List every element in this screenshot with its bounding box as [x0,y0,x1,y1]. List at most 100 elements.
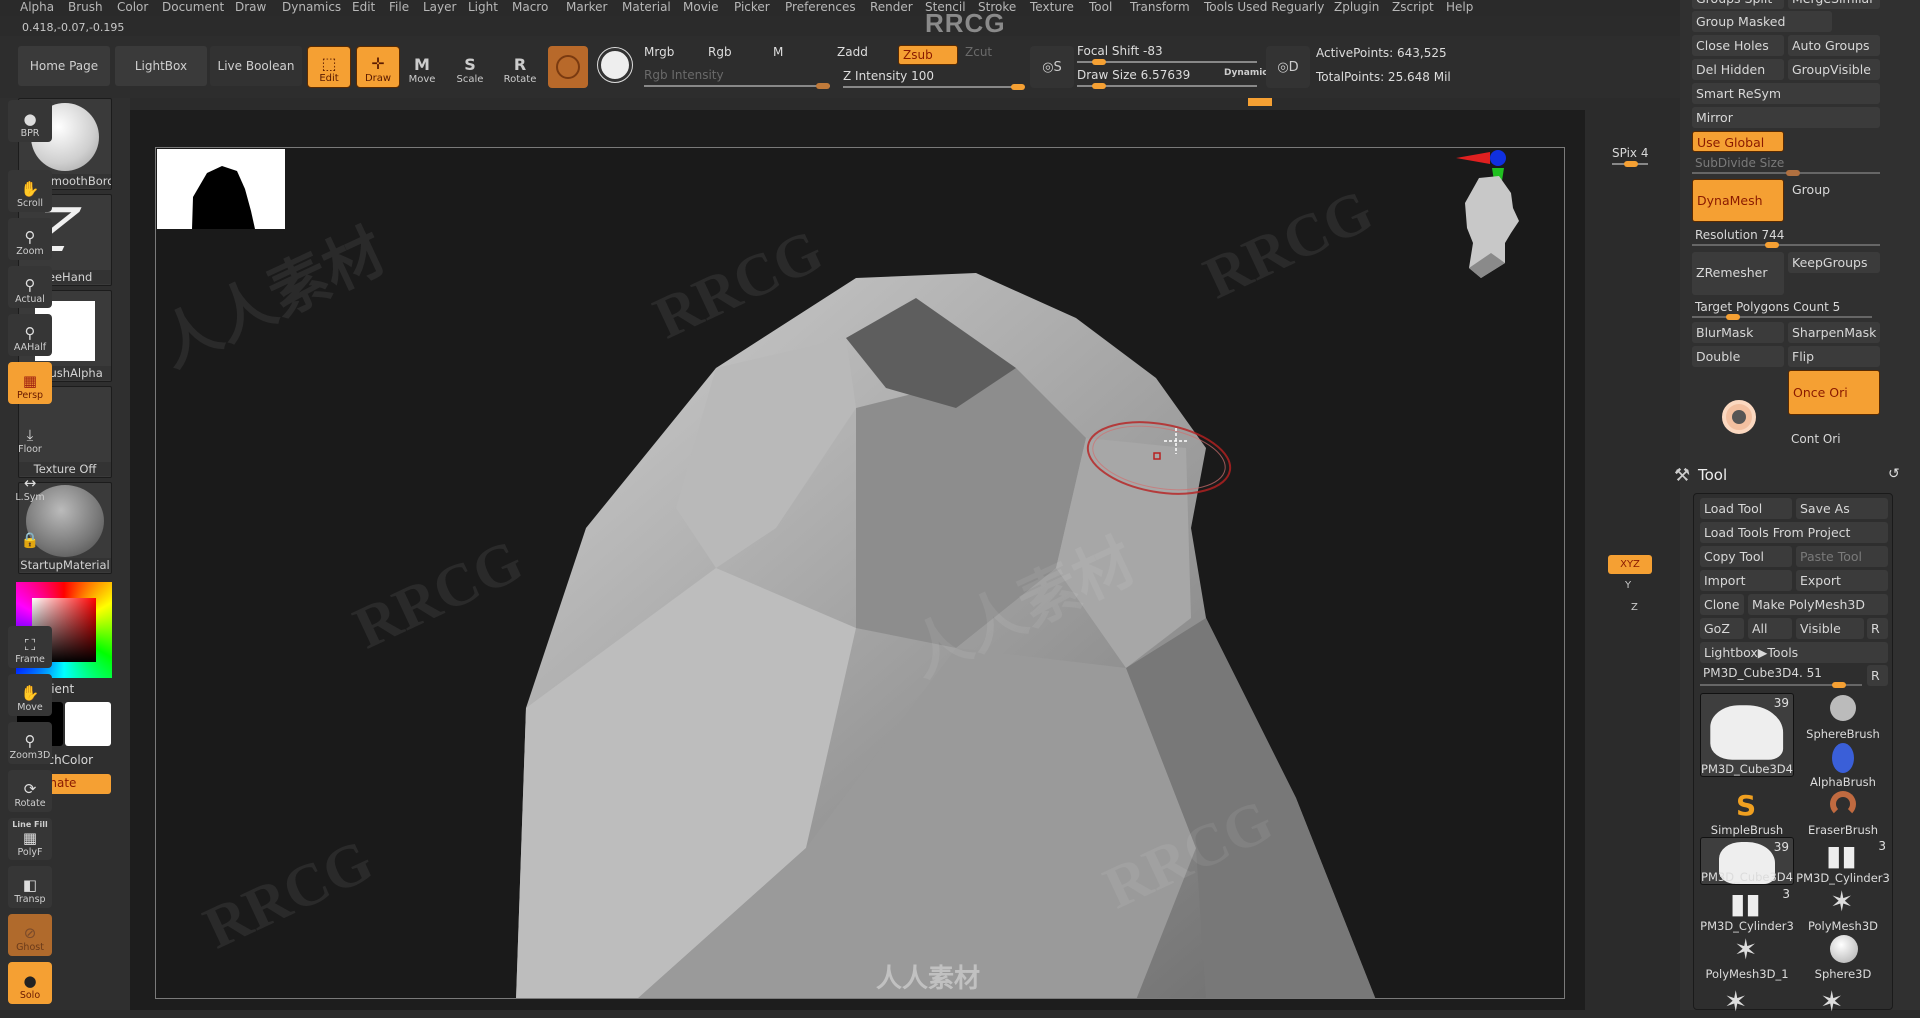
load-tool-button[interactable]: Load Tool [1700,498,1792,519]
menu-material[interactable]: Material [622,0,671,14]
zcut-button[interactable]: Zcut [965,45,992,59]
m-button[interactable]: M [773,45,783,59]
menu-texture[interactable]: Texture [1030,0,1074,14]
spix-slider[interactable] [1612,161,1648,167]
lightbox-button[interactable]: LightBox [115,46,207,86]
save-as-button[interactable]: Save As [1796,498,1888,519]
lightbox-tools-button[interactable]: Lightbox▶Tools [1700,642,1888,663]
head-navigator[interactable] [1461,173,1521,278]
slider-knob[interactable] [1092,59,1106,65]
menu-layer[interactable]: Layer [423,0,456,14]
orientation-dial[interactable] [1722,400,1756,434]
tool-tile[interactable]: EraserBrush [1796,789,1890,837]
slider-knob[interactable] [1011,84,1025,90]
blur-mask-button[interactable]: BlurMask [1692,322,1784,343]
color-mode-icon[interactable] [597,47,633,83]
document-viewport[interactable]: 人人素材 [155,147,1565,999]
menu-tools-used-reguarly[interactable]: Tools Used Reguarly [1204,0,1324,14]
menu-zscript[interactable]: Zscript [1392,0,1434,14]
cont-ori-button[interactable]: Cont Ori [1791,432,1841,446]
groups-button[interactable]: Groups [1788,179,1830,200]
menu-light[interactable]: Light [468,0,498,14]
group-visible-button[interactable]: GroupVisible [1788,59,1880,80]
tray-handle[interactable] [1248,98,1272,106]
y-rotate-button[interactable]: Y [1625,580,1631,591]
menu-edit[interactable]: Edit [352,0,375,14]
zoom-button[interactable]: ⚲ Zoom [8,218,52,260]
menu-brush[interactable]: Brush [68,0,103,14]
persp-button[interactable]: ▦ Persp [8,362,52,404]
z-rotate-button[interactable]: Z [1631,602,1638,613]
group-masked-button[interactable]: Group Masked [1692,11,1832,32]
menu-dynamics[interactable]: Dynamics [282,0,341,14]
clone-button[interactable]: Clone [1700,594,1744,615]
tool-tile[interactable]: S SimpleBrush [1700,789,1794,837]
menu-alpha[interactable]: Alpha [20,0,54,14]
frame-button[interactable]: ⛶ Frame [8,626,52,668]
tool-tile[interactable]: ▮▮ 3 PM3D_Cylinder3 [1700,885,1794,933]
xyz-rotate-button[interactable]: XYZ [1608,555,1652,574]
rotate-button[interactable]: R Rotate [498,46,542,88]
menu-zplugin[interactable]: Zplugin [1334,0,1379,14]
menu-color[interactable]: Color [117,0,148,14]
once-ori-button[interactable]: Once Ori [1788,370,1880,415]
slider-knob[interactable] [1624,161,1638,167]
slider-knob[interactable] [1786,170,1800,176]
reset-icon[interactable]: ↺ [1888,466,1900,482]
menu-transform[interactable]: Transform [1130,0,1190,14]
goz-visible-button[interactable]: Visible [1796,618,1864,639]
double-button[interactable]: Double [1692,346,1784,367]
rgb-intensity-slider[interactable] [644,83,830,89]
draw-size-slider[interactable] [1077,83,1257,89]
mrgb-button[interactable]: Mrgb [644,45,674,59]
tool-tile[interactable]: Sphere3D [1796,933,1890,981]
menu-macro[interactable]: Macro [512,0,548,14]
use-global-button[interactable]: Use Global [1692,131,1784,152]
actual-button[interactable]: ⚲ Actual [8,266,52,308]
slider-knob[interactable] [1092,83,1106,89]
move-view-button[interactable]: ✋ Move [8,674,52,716]
slider-knob[interactable] [1726,314,1740,320]
tool-tile[interactable]: ▮▮ 3 PM3D_Cylinder3 [1796,837,1890,885]
material-sphere-button[interactable] [548,46,588,88]
polyf-button[interactable]: Line Fill ▦ PolyF [8,818,52,860]
groups-split-button[interactable]: Groups Split [1692,0,1784,9]
slider-knob[interactable] [1832,682,1846,688]
auto-groups-button[interactable]: Auto Groups [1788,35,1880,56]
scroll-button[interactable]: ✋ Scroll [8,170,52,212]
tool-tile[interactable]: ✶ PolyMesh3D_1 [1700,933,1794,981]
menu-file[interactable]: File [389,0,409,14]
goz-button[interactable]: GoZ [1700,618,1744,639]
menu-tool[interactable]: Tool [1089,0,1112,14]
solo-button[interactable]: ● Solo [8,962,52,1004]
transp-button[interactable]: ◧ Transp [8,866,52,908]
tool-tile[interactable]: AlphaBrush [1796,741,1890,789]
dynamesh-button[interactable]: DynaMesh [1692,179,1784,222]
current-tool-r-button[interactable]: R [1867,665,1888,686]
lock-camera-button[interactable]: 🔒 [8,510,52,552]
floor-button[interactable]: ⤓ Floor [8,416,52,458]
menu-render[interactable]: Render [870,0,913,14]
make-polymesh3d-button[interactable]: Make PolyMesh3D [1748,594,1888,615]
sculptris-s-button[interactable]: ◎ S [1030,46,1074,88]
export-button[interactable]: Export [1796,570,1888,591]
tool-palette-title[interactable]: Tool [1698,466,1727,484]
menu-picker[interactable]: Picker [734,0,770,14]
lsym-button[interactable]: ↔ L.Sym [8,464,52,506]
star-icon[interactable]: ✶ [1724,985,1747,1018]
tool-tile[interactable]: SphereBrush [1796,693,1890,741]
zsub-button[interactable]: Zsub [898,45,958,65]
smart-resym-button[interactable]: Smart ReSym [1692,83,1880,104]
close-holes-button[interactable]: Close Holes [1692,35,1784,56]
home-page-button[interactable]: Home Page [18,46,110,86]
del-hidden-button[interactable]: Del Hidden [1692,59,1784,80]
resolution-slider[interactable] [1692,242,1880,248]
load-tools-from-project-button[interactable]: Load Tools From Project [1700,522,1888,543]
target-polygons-slider[interactable] [1692,314,1872,320]
aahalf-button[interactable]: ⚲ AAHalf [8,314,52,356]
rotate-view-button[interactable]: ⟳ Rotate [8,770,52,812]
copy-tool-button[interactable]: Copy Tool [1700,546,1792,567]
mirror-button[interactable]: Mirror [1692,107,1880,128]
flip-button[interactable]: Flip [1788,346,1880,367]
zoom3d-button[interactable]: ⚲ Zoom3D [8,722,52,764]
